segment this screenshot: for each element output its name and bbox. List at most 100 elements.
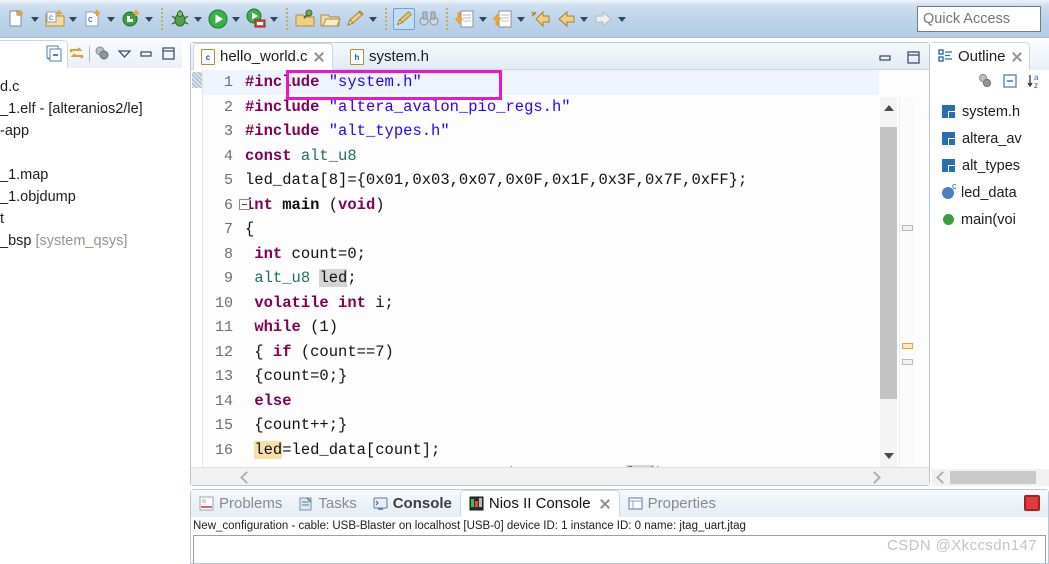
upload-dropdown-icon[interactable] — [515, 8, 528, 30]
outline-item[interactable]: alt_types — [932, 152, 1049, 179]
editor-gutter[interactable] — [191, 70, 203, 485]
project-tree-item[interactable]: _1.objdump — [0, 186, 182, 208]
toolbar-upload-group[interactable] — [490, 2, 528, 36]
minimize-icon[interactable] — [137, 44, 156, 63]
editor-tab-hello_world-c[interactable]: c hello_world.c — [193, 43, 333, 70]
forward-icon[interactable] — [593, 8, 615, 30]
fold-toggle-icon[interactable] — [239, 198, 250, 210]
run-dropdown-icon[interactable] — [230, 8, 243, 30]
new-file-icon[interactable] — [6, 8, 28, 30]
close-icon[interactable] — [599, 498, 611, 510]
toolbar-new-g-project-group[interactable] — [118, 2, 156, 36]
new-file-dropdown-icon[interactable] — [29, 8, 42, 30]
code-line[interactable]: 1 #include "system.h" — [203, 70, 879, 95]
run-icon[interactable] — [207, 8, 229, 30]
quick-access-input[interactable] — [917, 6, 1041, 32]
toolbar-new-file-group[interactable] — [4, 2, 42, 36]
sort-az-icon[interactable]: az — [1026, 72, 1045, 91]
outline-tree[interactable]: system.h altera_av alt_types led_data main(v… — [932, 98, 1049, 233]
download-icon[interactable] — [454, 8, 476, 30]
new-c-project-icon[interactable]: c — [44, 8, 66, 30]
project-tree-item[interactable]: _bsp [system_qsys] — [0, 230, 182, 252]
new-g-project-dropdown-icon[interactable] — [143, 8, 156, 30]
new-c-file-icon[interactable]: c — [82, 8, 104, 30]
scroll-left-icon[interactable] — [935, 472, 946, 483]
code-line[interactable]: 10 volatile int i; — [203, 291, 879, 316]
scroll-right-icon[interactable] — [870, 472, 881, 483]
pencil-dropdown-icon[interactable] — [367, 8, 380, 30]
outline-item[interactable]: led_data — [932, 179, 1049, 206]
maximize-icon[interactable] — [904, 48, 923, 67]
toolbar-run-group[interactable] — [205, 2, 243, 36]
annotation-ruler[interactable] — [899, 97, 915, 467]
annotation-marker[interactable] — [902, 359, 913, 365]
project-tree-item[interactable]: _1.map — [0, 164, 182, 186]
toolbar-new-c-file-group[interactable]: c — [80, 2, 118, 36]
project-explorer-tree[interactable]: d.c _1.elf - [alteranios2/le] -app _1.map _1… — [0, 68, 182, 252]
project-tree-item[interactable]: -app — [0, 120, 182, 142]
code-line[interactable]: 11 while (1) — [203, 315, 879, 340]
scroll-left-icon[interactable] — [239, 472, 250, 483]
code-line[interactable]: 14 else — [203, 389, 879, 414]
upload-icon[interactable] — [492, 8, 514, 30]
outline-horizontal-scrollbar[interactable] — [932, 469, 1049, 486]
outline-tab[interactable]: Outline — [932, 42, 1030, 70]
forward-dropdown-icon[interactable] — [616, 8, 629, 30]
toolbar-debug-group[interactable] — [167, 2, 205, 36]
outline-scroll-thumb[interactable] — [950, 471, 1036, 484]
outline-item[interactable]: system.h — [932, 98, 1049, 125]
open-nios-shell-icon[interactable] — [294, 8, 316, 30]
stop-button[interactable] — [1024, 495, 1040, 511]
source-code[interactable]: 1 #include "system.h" 2 #include "altera_av… — [203, 70, 879, 467]
console-tab-problems[interactable]: Problems — [191, 490, 290, 517]
vertical-scroll-thumb[interactable] — [880, 127, 897, 399]
annotation-marker[interactable] — [902, 225, 913, 231]
code-line[interactable]: 4 const alt_u8 — [203, 144, 879, 169]
bug-icon[interactable] — [169, 8, 191, 30]
code-line[interactable]: 9 alt_u8 led; — [203, 266, 879, 291]
toolbar-back-group[interactable] — [553, 2, 591, 36]
editor-vertical-scrollbar[interactable] — [880, 97, 897, 467]
outline-item[interactable]: main(voi — [932, 206, 1049, 233]
new-c-file-dropdown-icon[interactable] — [105, 8, 118, 30]
annotation-marker-warning[interactable] — [902, 343, 913, 349]
code-line[interactable]: 5 led_data[8]={0x01,0x03,0x07,0x0F,0x1F,0… — [203, 168, 879, 193]
console-tab-properties[interactable]: Properties — [620, 490, 724, 517]
run-configurations-icon[interactable] — [245, 8, 267, 30]
close-icon[interactable] — [313, 51, 325, 63]
open-folder-icon[interactable] — [319, 8, 341, 30]
back-icon[interactable] — [555, 8, 577, 30]
scroll-down-icon[interactable] — [880, 445, 897, 467]
collapse-all-icon[interactable] — [1001, 72, 1020, 91]
collapse-all-icon[interactable] — [45, 44, 64, 63]
back-dropdown-icon[interactable] — [578, 8, 591, 30]
binoculars-icon[interactable] — [418, 8, 440, 30]
outline-item[interactable]: altera_av — [932, 125, 1049, 152]
new-g-project-icon[interactable] — [120, 8, 142, 30]
brush-icon[interactable] — [393, 7, 415, 30]
console-tab-nios-ii-console[interactable]: Nios II Console — [459, 490, 620, 517]
toolbar-new-c-project-group[interactable]: c — [42, 2, 80, 36]
toolbar-run-config-group[interactable] — [243, 2, 281, 36]
editor-tab-system-h[interactable]: h system.h — [343, 43, 436, 70]
editor-horizontal-scrollbar[interactable] — [191, 467, 929, 485]
code-line[interactable]: 2 #include "altera_avalon_pio_regs.h" — [203, 95, 879, 120]
scroll-up-icon[interactable] — [880, 97, 897, 119]
view-menu-icon[interactable] — [115, 44, 134, 63]
minimize-icon[interactable] — [876, 48, 895, 67]
code-line[interactable]: 7{ — [203, 217, 879, 242]
code-line[interactable]: 12 { if (count==7) — [203, 340, 879, 365]
console-tab-tasks[interactable]: Tasks — [290, 490, 364, 517]
maximize-icon[interactable] — [159, 44, 178, 63]
code-line[interactable]: 13 {count=0;} — [203, 364, 879, 389]
code-line[interactable]: 15 {count++;} — [203, 413, 879, 438]
console-tab-console[interactable]: Console — [365, 490, 460, 517]
debug-dropdown-icon[interactable] — [192, 8, 205, 30]
close-icon[interactable] — [1011, 51, 1023, 63]
pencil-icon[interactable] — [344, 8, 366, 30]
toolbar-forward-group[interactable] — [591, 2, 629, 36]
back-to-last-edit-icon[interactable] — [530, 8, 552, 30]
new-c-project-dropdown-icon[interactable] — [67, 8, 80, 30]
code-line[interactable]: 16 led=led_data[count]; — [203, 438, 879, 463]
download-dropdown-icon[interactable] — [477, 8, 490, 30]
